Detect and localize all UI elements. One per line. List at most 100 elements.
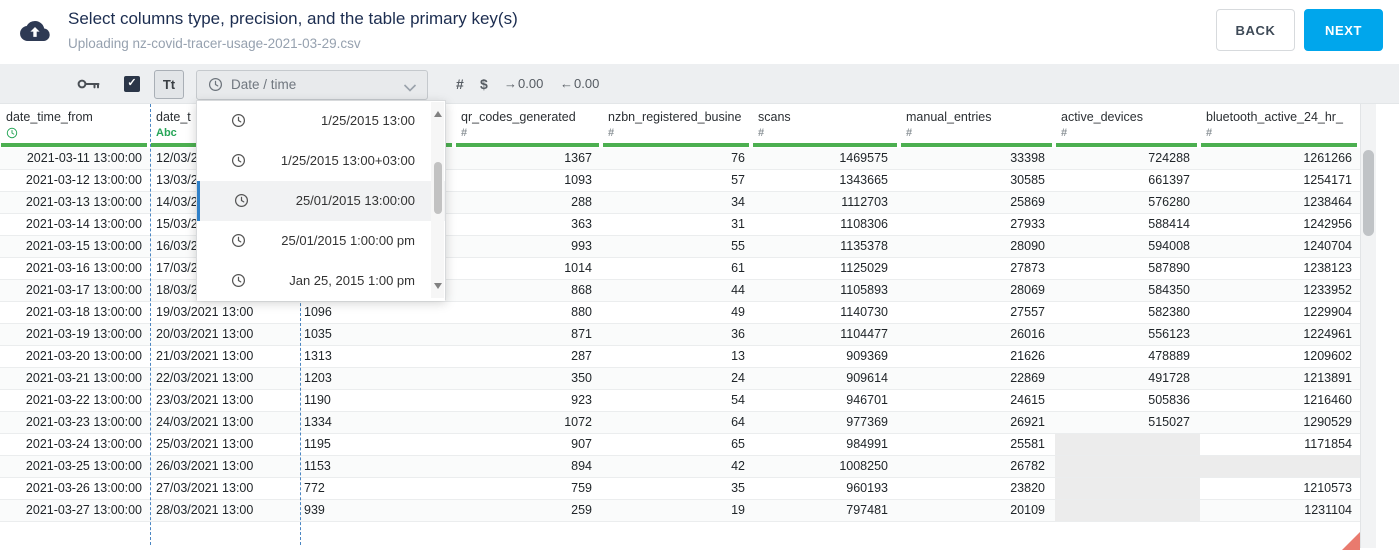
primary-key-button[interactable] bbox=[76, 75, 102, 93]
number-type-button[interactable]: # bbox=[456, 64, 464, 104]
table-cell[interactable]: 977369 bbox=[752, 412, 900, 433]
table-cell[interactable]: 2021-03-16 13:00:00 bbox=[0, 258, 150, 279]
table-cell[interactable] bbox=[1055, 478, 1200, 499]
table-cell[interactable]: 25869 bbox=[900, 192, 1055, 213]
table-cell[interactable]: 909614 bbox=[752, 368, 900, 389]
table-cell[interactable]: 1203 bbox=[300, 368, 455, 389]
table-cell[interactable]: 923 bbox=[455, 390, 602, 411]
table-cell[interactable]: 1240704 bbox=[1200, 236, 1360, 257]
table-cell[interactable]: 772 bbox=[300, 478, 455, 499]
table-cell[interactable]: 505836 bbox=[1055, 390, 1200, 411]
table-cell[interactable]: 288 bbox=[455, 192, 602, 213]
table-cell[interactable]: 2021-03-25 13:00:00 bbox=[0, 456, 150, 477]
include-column-checkbox[interactable]: ✓ bbox=[124, 76, 140, 92]
table-cell[interactable]: 2021-03-21 13:00:00 bbox=[0, 368, 150, 389]
table-cell[interactable]: 1105893 bbox=[752, 280, 900, 301]
table-cell[interactable]: 584350 bbox=[1055, 280, 1200, 301]
table-cell[interactable]: 1238123 bbox=[1200, 258, 1360, 279]
table-cell[interactable]: 65 bbox=[602, 434, 752, 455]
table-cell[interactable]: 1254171 bbox=[1200, 170, 1360, 191]
table-cell[interactable]: 27873 bbox=[900, 258, 1055, 279]
format-option[interactable]: 25/01/2015 1:00:00 pm bbox=[197, 221, 445, 261]
table-cell[interactable]: 25/03/2021 13:00 bbox=[150, 434, 300, 455]
table-cell[interactable]: 576280 bbox=[1055, 192, 1200, 213]
column-header-date_time_from[interactable]: date_time_from bbox=[0, 104, 150, 148]
table-cell[interactable]: 1104477 bbox=[752, 324, 900, 345]
table-cell[interactable]: 26782 bbox=[900, 456, 1055, 477]
table-cell[interactable]: 2021-03-26 13:00:00 bbox=[0, 478, 150, 499]
column-header-qr_codes_generated[interactable]: qr_codes_generated # bbox=[455, 104, 602, 148]
table-cell[interactable]: 363 bbox=[455, 214, 602, 235]
table-cell[interactable]: 907 bbox=[455, 434, 602, 455]
table-cell[interactable]: 27933 bbox=[900, 214, 1055, 235]
table-cell[interactable]: 24615 bbox=[900, 390, 1055, 411]
table-cell[interactable]: 21/03/2021 13:00 bbox=[150, 346, 300, 367]
table-cell[interactable]: 2021-03-22 13:00:00 bbox=[0, 390, 150, 411]
column-header-manual_entries[interactable]: manual_entries # bbox=[900, 104, 1055, 148]
column-header-scans[interactable]: scans # bbox=[752, 104, 900, 148]
table-cell[interactable]: 946701 bbox=[752, 390, 900, 411]
table-cell[interactable] bbox=[1200, 456, 1360, 477]
table-cell[interactable]: 1096 bbox=[300, 302, 455, 323]
table-cell[interactable]: 1153 bbox=[300, 456, 455, 477]
table-cell[interactable]: 871 bbox=[455, 324, 602, 345]
table-cell[interactable]: 287 bbox=[455, 346, 602, 367]
table-cell[interactable]: 24 bbox=[602, 368, 752, 389]
table-cell[interactable]: 76 bbox=[602, 148, 752, 169]
table-cell[interactable]: 1171854 bbox=[1200, 434, 1360, 455]
table-cell[interactable]: 33398 bbox=[900, 148, 1055, 169]
table-cell[interactable]: 259 bbox=[455, 500, 602, 521]
table-cell[interactable]: 515027 bbox=[1055, 412, 1200, 433]
table-cell[interactable]: 594008 bbox=[1055, 236, 1200, 257]
column-header-active_devices[interactable]: active_devices # bbox=[1055, 104, 1200, 148]
dropdown-scrollbar-thumb[interactable] bbox=[434, 162, 442, 214]
table-cell[interactable]: 2021-03-27 13:00:00 bbox=[0, 500, 150, 521]
table-cell[interactable]: 588414 bbox=[1055, 214, 1200, 235]
table-cell[interactable]: 1313 bbox=[300, 346, 455, 367]
table-cell[interactable]: 22869 bbox=[900, 368, 1055, 389]
table-cell[interactable]: 1195 bbox=[300, 434, 455, 455]
table-cell[interactable]: 1242956 bbox=[1200, 214, 1360, 235]
table-cell[interactable]: 42 bbox=[602, 456, 752, 477]
table-cell[interactable]: 478889 bbox=[1055, 346, 1200, 367]
table-cell[interactable]: 1093 bbox=[455, 170, 602, 191]
back-button[interactable]: BACK bbox=[1216, 9, 1295, 51]
table-cell[interactable]: 28/03/2021 13:00 bbox=[150, 500, 300, 521]
table-cell[interactable]: 1367 bbox=[455, 148, 602, 169]
table-cell[interactable]: 724288 bbox=[1055, 148, 1200, 169]
table-cell[interactable]: 31 bbox=[602, 214, 752, 235]
table-cell[interactable]: 1135378 bbox=[752, 236, 900, 257]
table-cell[interactable]: 1290529 bbox=[1200, 412, 1360, 433]
table-cell[interactable]: 2021-03-23 13:00:00 bbox=[0, 412, 150, 433]
table-cell[interactable]: 759 bbox=[455, 478, 602, 499]
table-cell[interactable]: 28069 bbox=[900, 280, 1055, 301]
table-cell[interactable]: 350 bbox=[455, 368, 602, 389]
table-cell[interactable]: 34 bbox=[602, 192, 752, 213]
table-cell[interactable]: 2021-03-19 13:00:00 bbox=[0, 324, 150, 345]
table-cell[interactable]: 19/03/2021 13:00 bbox=[150, 302, 300, 323]
currency-type-button[interactable]: $ bbox=[480, 64, 488, 104]
table-cell[interactable]: 35 bbox=[602, 478, 752, 499]
format-option[interactable]: 1/25/2015 13:00 bbox=[197, 101, 445, 141]
table-cell[interactable]: 44 bbox=[602, 280, 752, 301]
table-cell[interactable]: 64 bbox=[602, 412, 752, 433]
table-cell[interactable]: 993 bbox=[455, 236, 602, 257]
table-cell[interactable]: 1334 bbox=[300, 412, 455, 433]
table-cell[interactable]: 2021-03-15 13:00:00 bbox=[0, 236, 150, 257]
table-cell[interactable] bbox=[1055, 434, 1200, 455]
table-cell[interactable]: 2021-03-20 13:00:00 bbox=[0, 346, 150, 367]
table-cell[interactable]: 797481 bbox=[752, 500, 900, 521]
table-cell[interactable]: 1216460 bbox=[1200, 390, 1360, 411]
table-cell[interactable]: 20109 bbox=[900, 500, 1055, 521]
table-cell[interactable]: 27/03/2021 13:00 bbox=[150, 478, 300, 499]
table-cell[interactable]: 21626 bbox=[900, 346, 1055, 367]
vertical-scrollbar-track[interactable] bbox=[1360, 104, 1376, 548]
vertical-scrollbar-thumb[interactable] bbox=[1363, 150, 1374, 236]
table-cell[interactable]: 984991 bbox=[752, 434, 900, 455]
increase-decimal-button[interactable]: →0.00 bbox=[504, 64, 543, 104]
table-cell[interactable]: 1209602 bbox=[1200, 346, 1360, 367]
table-cell[interactable]: 1210573 bbox=[1200, 478, 1360, 499]
table-cell[interactable]: 19 bbox=[602, 500, 752, 521]
table-cell[interactable]: 2021-03-18 13:00:00 bbox=[0, 302, 150, 323]
table-cell[interactable]: 26016 bbox=[900, 324, 1055, 345]
